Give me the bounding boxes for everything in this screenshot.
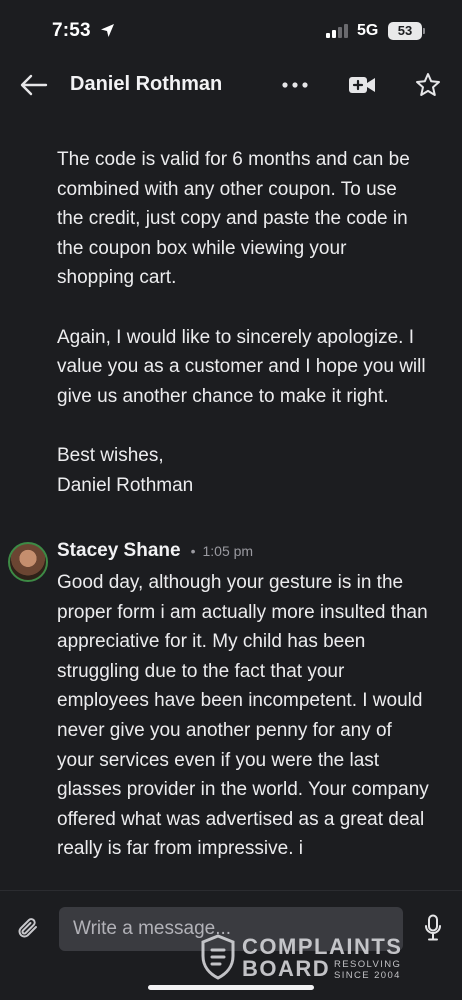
- battery-level: 53: [388, 22, 422, 40]
- clock: 7:53: [52, 20, 91, 41]
- watermark-tag2: SINCE 2004: [334, 970, 401, 981]
- message-body-stacey: Good day, although your gesture is in th…: [57, 572, 429, 860]
- contact-name[interactable]: Daniel Rothman: [70, 73, 222, 96]
- favorite-button[interactable]: [412, 69, 444, 101]
- message-timestamp: 1:05 pm: [202, 543, 254, 559]
- avatar[interactable]: [8, 542, 48, 582]
- network-type: 5G: [357, 22, 379, 39]
- author-name[interactable]: Stacey Shane: [57, 540, 181, 562]
- more-options-button[interactable]: [278, 72, 312, 98]
- shield-logo-icon: [201, 934, 235, 980]
- star-icon: [416, 73, 440, 96]
- location-arrow-icon: [100, 22, 115, 44]
- separator-dot: •: [190, 543, 196, 559]
- signal-strength-icon: [326, 24, 348, 38]
- message-paragraph: The code is valid for 6 months and can b…: [57, 149, 410, 289]
- back-arrow-icon: [20, 74, 48, 96]
- more-dots-icon: [282, 82, 308, 88]
- watermark-tag1: RESOLVING: [334, 959, 402, 970]
- back-button[interactable]: [18, 70, 50, 100]
- complaints-board-watermark: COMPLAINTS BOARD RESOLVING SINCE 2004: [200, 934, 420, 982]
- video-call-icon: [349, 77, 375, 93]
- status-time: 7:53: [52, 20, 115, 44]
- microphone-icon: [425, 914, 441, 941]
- message-body-daniel: The code is valid for 6 months and can b…: [57, 145, 427, 500]
- conversation-header: Daniel Rothman: [0, 60, 462, 112]
- video-call-button[interactable]: [345, 72, 379, 98]
- paperclip-icon: [18, 918, 37, 938]
- watermark-line2: BOARD: [242, 956, 331, 981]
- message-header: Stacey Shane • 1:05 pm: [57, 540, 253, 570]
- message-signoff: Best wishes,: [57, 444, 164, 466]
- status-bar: 7:53 5G 53: [0, 0, 462, 60]
- message-thread[interactable]: The code is valid for 6 months and can b…: [0, 140, 462, 890]
- home-indicator[interactable]: [148, 985, 314, 990]
- microphone-button[interactable]: [420, 913, 446, 943]
- battery-cap: [423, 28, 425, 34]
- attach-button[interactable]: [14, 913, 44, 943]
- message-signature: Daniel Rothman: [57, 474, 194, 496]
- watermark-tagline: RESOLVING SINCE 2004: [334, 959, 401, 981]
- message-paragraph: Again, I would like to sincerely apologi…: [57, 326, 426, 407]
